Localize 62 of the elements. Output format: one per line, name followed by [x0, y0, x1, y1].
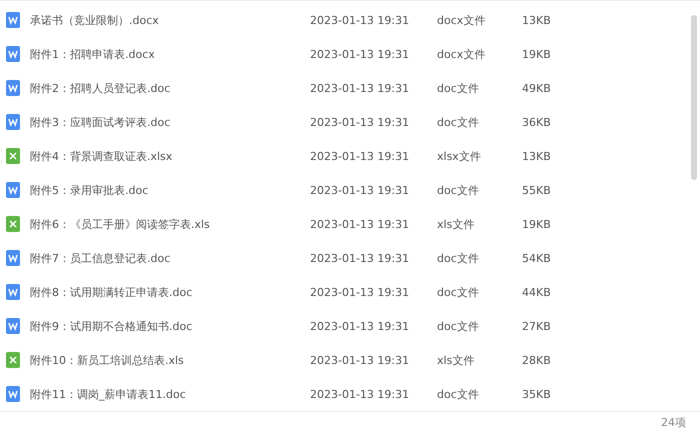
word-document-icon	[6, 182, 20, 198]
file-type: xls文件	[437, 216, 476, 232]
modified-date: 2023-01-13 19:31	[310, 184, 410, 196]
file-size: 28KB	[522, 354, 551, 366]
file-type: xls文件	[437, 352, 476, 368]
file-type: doc文件	[437, 182, 480, 198]
file-type: docx文件	[437, 46, 486, 62]
file-size: 27KB	[522, 320, 551, 332]
file-size: 44KB	[522, 286, 551, 298]
modified-date: 2023-01-13 19:31	[310, 286, 410, 298]
item-count: 24项	[661, 415, 686, 430]
word-document-icon	[6, 80, 20, 96]
file-name[interactable]: 附件11：调岗_薪申请表11.doc	[30, 386, 310, 402]
modified-date: 2023-01-13 19:31	[310, 116, 410, 128]
file-size: 54KB	[522, 252, 551, 264]
file-name[interactable]: 附件1：招聘申请表.docx	[30, 46, 310, 62]
file-name[interactable]: 附件8：试用期满转正申请表.doc	[30, 284, 310, 300]
word-document-icon	[6, 12, 20, 28]
word-document-icon	[6, 46, 20, 62]
modified-date: 2023-01-13 19:31	[310, 252, 410, 264]
file-name[interactable]: 附件10：新员工培训总结表.xls	[30, 352, 310, 368]
file-size: 35KB	[522, 388, 551, 400]
file-type: doc文件	[437, 386, 480, 402]
file-type: doc文件	[437, 114, 480, 130]
word-document-icon	[6, 250, 20, 266]
file-name[interactable]: 附件2：招聘人员登记表.doc	[30, 80, 310, 96]
modified-date: 2023-01-13 19:31	[310, 354, 410, 366]
modified-date: 2023-01-13 19:31	[310, 218, 410, 230]
file-size: 19KB	[522, 218, 551, 230]
modified-date: 2023-01-13 19:31	[310, 82, 410, 94]
excel-spreadsheet-icon	[6, 352, 20, 368]
file-name[interactable]: 附件3：应聘面试考评表.doc	[30, 114, 310, 130]
file-type: doc文件	[437, 318, 480, 334]
file-type: docx文件	[437, 12, 486, 28]
file-type: doc文件	[437, 284, 480, 300]
file-type: doc文件	[437, 250, 480, 266]
modified-date: 2023-01-13 19:31	[310, 388, 410, 400]
file-size: 19KB	[522, 48, 551, 60]
file-size: 49KB	[522, 82, 551, 94]
file-size: 36KB	[522, 116, 551, 128]
word-document-icon	[6, 318, 20, 334]
word-document-icon	[6, 284, 20, 300]
modified-date: 2023-01-13 19:31	[310, 48, 410, 60]
file-size: 13KB	[522, 14, 551, 26]
modified-date: 2023-01-13 19:31	[310, 14, 410, 26]
file-type: xlsx文件	[437, 148, 482, 164]
word-document-icon	[6, 386, 20, 402]
file-name[interactable]: 附件5：录用审批表.doc	[30, 182, 310, 198]
modified-date: 2023-01-13 19:31	[310, 150, 410, 162]
file-name[interactable]: 附件7：员工信息登记表.doc	[30, 250, 310, 266]
file-name[interactable]: 附件6：《员工手册》阅读签字表.xls	[30, 216, 310, 232]
file-name[interactable]: 附件9：试用期不合格通知书.doc	[30, 318, 310, 334]
file-type: doc文件	[437, 80, 480, 96]
file-name[interactable]: 附件4：背景调查取证表.xlsx	[30, 148, 310, 164]
excel-spreadsheet-icon	[6, 216, 20, 232]
file-size: 55KB	[522, 184, 551, 196]
file-size: 13KB	[522, 150, 551, 162]
modified-date: 2023-01-13 19:31	[310, 320, 410, 332]
word-document-icon	[6, 114, 20, 130]
scrollbar-thumb[interactable]	[691, 15, 697, 180]
excel-spreadsheet-icon	[6, 148, 20, 164]
file-name[interactable]: 承诺书（竞业限制）.docx	[30, 12, 310, 28]
